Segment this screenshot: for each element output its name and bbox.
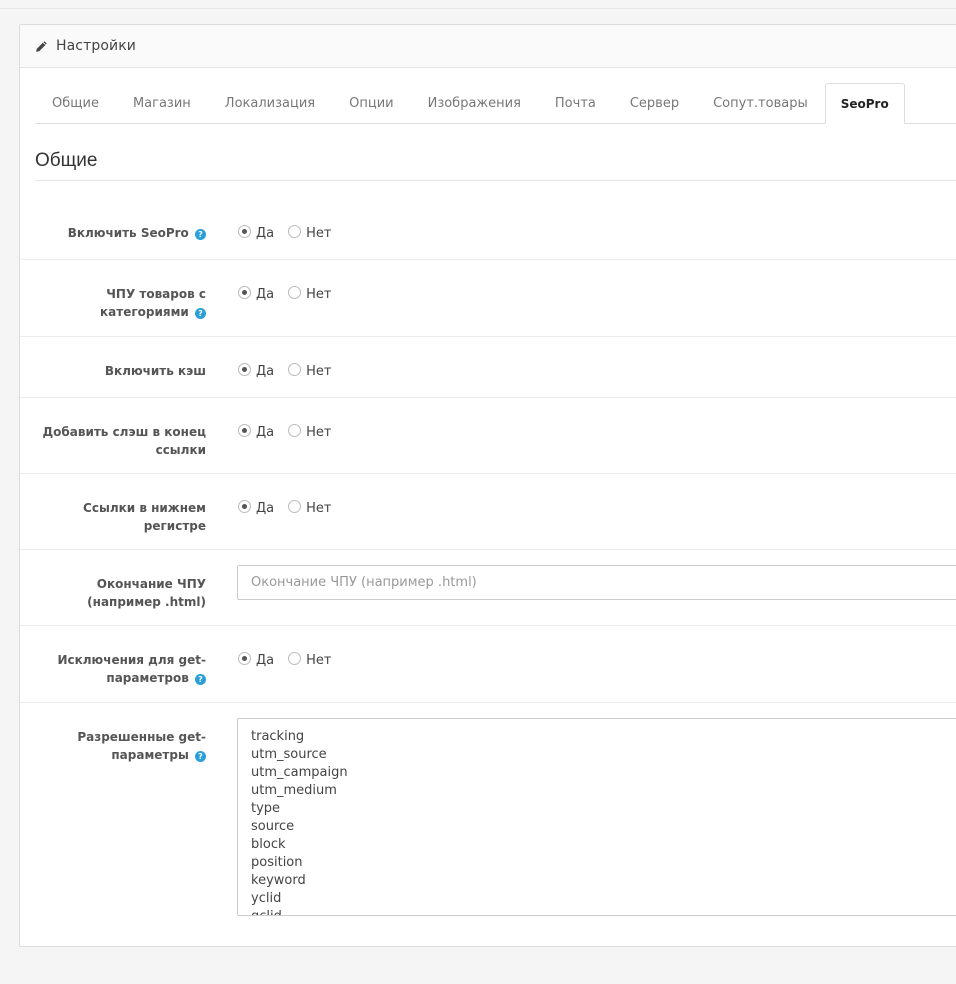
tab-images[interactable]: Изображения (411, 83, 538, 123)
radio-checked[interactable] (238, 651, 251, 665)
tab-localisation[interactable]: Локализация (208, 83, 332, 123)
product-category-urls-label: ЧПУ товаров с категориями ? (100, 287, 206, 319)
help-icon[interactable]: ? (195, 751, 206, 762)
row-divider (20, 473, 956, 474)
radio-unchecked[interactable] (288, 423, 302, 437)
help-icon[interactable]: ? (195, 229, 206, 240)
row-divider (20, 625, 956, 626)
pencil-icon (36, 40, 47, 52)
tab-server[interactable]: Сервер (613, 83, 696, 123)
textarea-line: type (251, 801, 281, 816)
enable-seopro-yes[interactable]: Да (238, 224, 274, 242)
radio-checked[interactable] (238, 285, 251, 299)
allowed-get-params-label: Разрешенные get-параметры ? (77, 730, 206, 762)
settings-panel: Настройки Общие Магазин Локализация Опци… (19, 24, 956, 947)
textarea-line: block (251, 837, 286, 852)
panel-heading: Настройки (20, 25, 956, 68)
tab-seopro[interactable]: SeoPro (824, 83, 905, 124)
trailing-slash-no[interactable]: Нет (288, 423, 331, 441)
radio-unchecked[interactable] (288, 499, 302, 513)
tab-mail[interactable]: Почта (538, 83, 613, 123)
textarea-line: gclid (251, 908, 956, 915)
textarea-line: tracking (251, 729, 305, 744)
textarea-line: utm_campaign (251, 765, 348, 780)
radio-unchecked[interactable] (288, 224, 302, 238)
allowed-get-params-textarea[interactable]: tracking utm_source utm_campaign utm_med… (237, 718, 956, 916)
url-suffix-label: Окончание ЧПУ (например .html) (87, 577, 206, 609)
radio-checked[interactable] (238, 499, 251, 513)
textarea-line: position (251, 855, 303, 870)
row-divider (20, 397, 956, 398)
section-divider (35, 180, 956, 181)
url-suffix-input[interactable] (237, 565, 956, 600)
row-divider (20, 702, 956, 703)
product-category-urls-radios: Да Нет (238, 285, 335, 303)
product-category-urls-no[interactable]: Нет (288, 285, 331, 303)
textarea-line: source (251, 819, 295, 834)
section-title: Общие (35, 150, 98, 171)
radio-unchecked[interactable] (288, 362, 302, 376)
lowercase-links-label: Ссылки в нижнем регистре (83, 501, 206, 533)
textarea-line: yclid (251, 891, 282, 906)
radio-checked[interactable] (238, 362, 251, 376)
textarea-line: keyword (251, 873, 306, 888)
row-divider (20, 549, 956, 550)
tab-related-products[interactable]: Сопут.товары (696, 83, 825, 123)
radio-unchecked[interactable] (288, 285, 302, 299)
lowercase-links-radios: Да Нет (238, 499, 335, 517)
lowercase-links-yes[interactable]: Да (238, 499, 274, 517)
get-exceptions-radios: Да Нет (238, 651, 335, 669)
enable-cache-radios: Да Нет (238, 362, 335, 380)
textarea-line: utm_medium (251, 783, 337, 798)
radio-checked[interactable] (238, 423, 251, 437)
top-divider (0, 8, 956, 9)
row-divider (20, 259, 956, 260)
lowercase-links-no[interactable]: Нет (288, 499, 331, 517)
enable-cache-no[interactable]: Нет (288, 362, 331, 380)
enable-seopro-label: Включить SeoPro ? (26, 224, 206, 242)
radio-checked[interactable] (238, 224, 251, 238)
enable-seopro-no[interactable]: Нет (288, 224, 331, 242)
enable-cache-label: Включить кэш (104, 364, 206, 378)
get-exceptions-label: Исключения для get-параметров ? (57, 653, 206, 685)
help-icon[interactable]: ? (195, 308, 206, 319)
radio-unchecked[interactable] (288, 651, 302, 665)
textarea-line: utm_source (251, 747, 327, 762)
enable-seopro-radios: Да Нет (238, 224, 335, 242)
tab-general[interactable]: Общие (35, 83, 116, 123)
tab-store[interactable]: Магазин (116, 83, 208, 123)
trailing-slash-yes[interactable]: Да (238, 423, 274, 441)
enable-cache-yes[interactable]: Да (238, 362, 274, 380)
trailing-slash-label: Добавить слэш в конец ссылки (42, 425, 206, 457)
panel-title: Настройки (56, 38, 136, 54)
help-icon[interactable]: ? (195, 674, 206, 685)
row-divider (20, 336, 956, 337)
get-exceptions-yes[interactable]: Да (238, 651, 274, 669)
tab-options[interactable]: Опции (332, 83, 410, 123)
product-category-urls-yes[interactable]: Да (238, 285, 274, 303)
settings-tabs: Общие Магазин Локализация Опции Изображе… (35, 83, 956, 124)
get-exceptions-no[interactable]: Нет (288, 651, 331, 669)
trailing-slash-radios: Да Нет (238, 423, 335, 441)
